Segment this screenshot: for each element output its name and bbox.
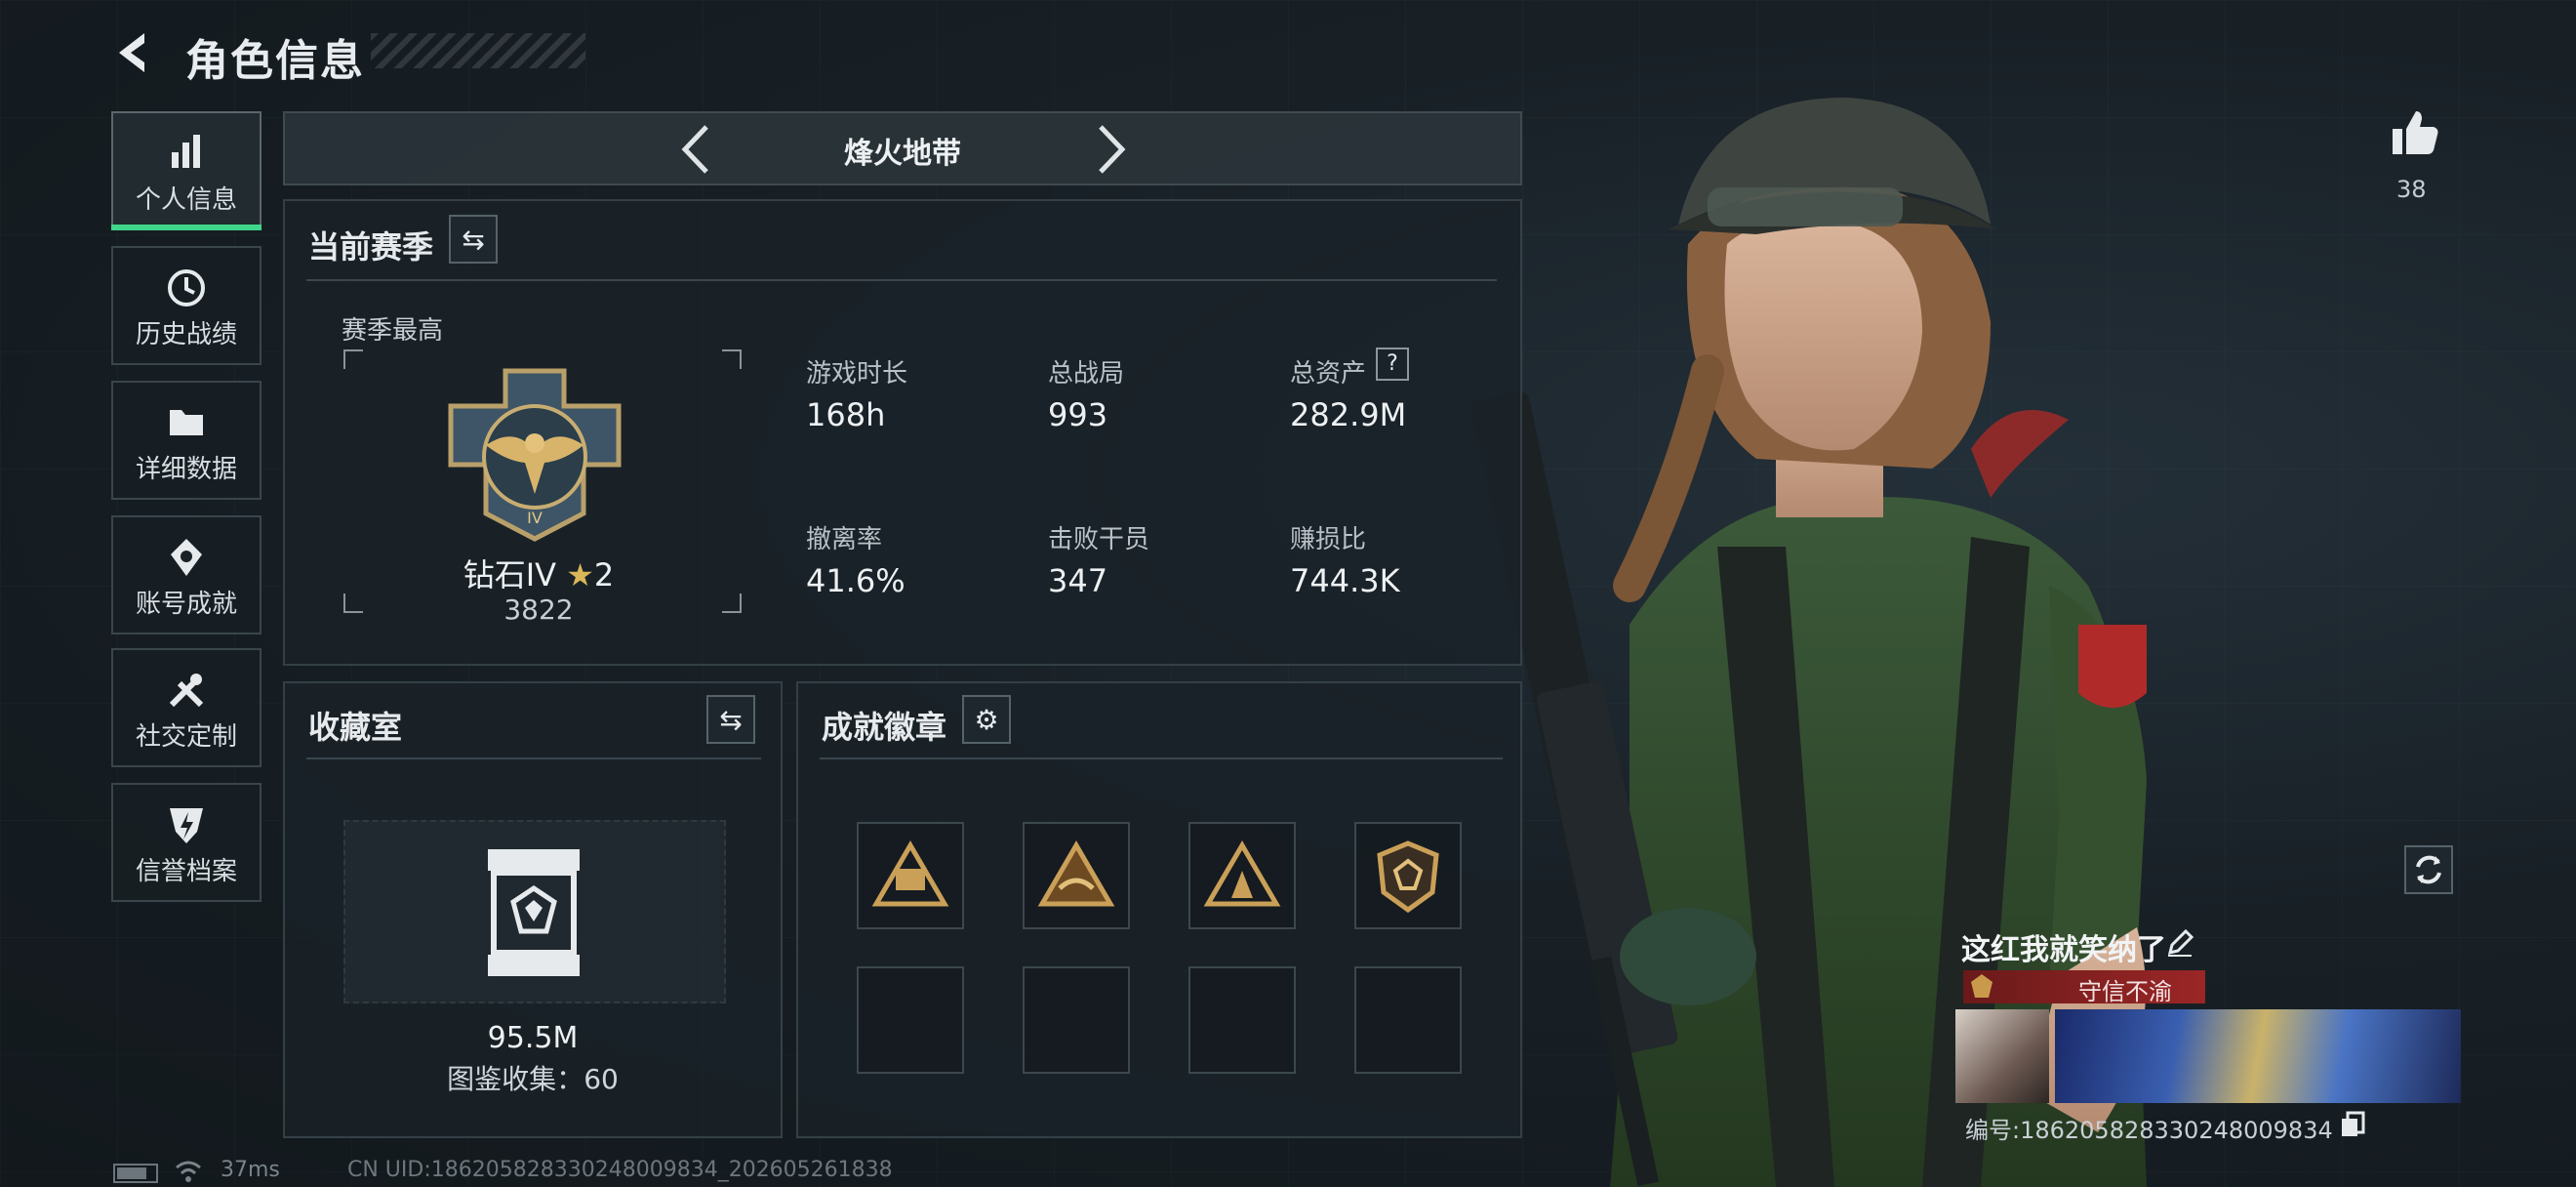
stat-value-playtime: 168h: [806, 396, 886, 433]
collection-title: 收藏室: [308, 709, 403, 746]
svg-text:IV: IV: [527, 509, 543, 527]
achievement-slot-empty[interactable]: [1354, 966, 1462, 1074]
sidebar-item-label: 详细数据: [135, 455, 237, 484]
refresh-icon: [2416, 855, 2441, 884]
stat-label-profit-loss: 赚损比: [1290, 525, 1367, 554]
achievement-slot[interactable]: [1354, 822, 1462, 929]
uid-line: CN UID:18620582833024800983​4_2026052618…: [347, 1158, 893, 1182]
refresh-button[interactable]: [2404, 845, 2453, 894]
sidebar-item-label: 历史战绩: [135, 320, 237, 349]
achievement-slot-empty[interactable]: [1188, 966, 1296, 1074]
achievements-panel: 成就徽章 ⚙: [796, 681, 1522, 1138]
mode-selector: 烽火地带: [283, 111, 1522, 185]
achievement-slot-empty[interactable]: [1023, 966, 1130, 1074]
star-icon: ★: [566, 556, 594, 594]
medal-icon: [171, 539, 202, 576]
sidebar-item-personal-info[interactable]: 个人信息: [111, 111, 262, 230]
collection-value: 95.5M: [487, 1021, 579, 1055]
achievements-title: 成就徽章: [822, 709, 947, 746]
rank-name: 钻石IV: [463, 556, 557, 594]
reputation-tag: 守信不渝: [1963, 970, 2205, 1005]
sidebar-item-detailed-data[interactable]: 详细数据: [111, 381, 262, 500]
bar-chart-icon: [172, 135, 200, 168]
sidebar-item-label: 个人信息: [135, 185, 237, 215]
rank-emblem-icon: IV: [448, 368, 622, 542]
achievement-slot-empty[interactable]: [857, 966, 964, 1074]
player-id: 编号:18620582833024800983​4: [1965, 1117, 2333, 1144]
divider: [306, 757, 761, 759]
stat-label-playtime: 游戏时长: [806, 359, 908, 389]
catalog-label: 图鉴收集：: [447, 1063, 584, 1095]
display-case-icon: [488, 849, 580, 976]
triangle-badge-icon: [871, 840, 949, 907]
catalog-line: 图鉴收集：60: [285, 1058, 781, 1097]
stat-value-total-matches: 993: [1048, 396, 1108, 433]
tools-icon: [169, 674, 204, 708]
season-title: 当前赛季: [308, 228, 434, 266]
achievement-slot[interactable]: [1023, 822, 1130, 929]
stat-value-total-assets: 282.9M: [1290, 396, 1407, 433]
frame-corner: [343, 349, 363, 369]
sidebar-item-achievements[interactable]: 账号成就: [111, 515, 262, 634]
rank-stars: 2: [593, 556, 615, 594]
stat-value-profit-loss: 744.3K: [1290, 562, 1400, 599]
frame-corner: [722, 349, 742, 369]
divider: [820, 757, 1503, 759]
season-peak-label: 赛季最高: [342, 316, 444, 346]
title-decoration: [371, 33, 585, 68]
triangle-badge-icon: [1203, 840, 1281, 907]
rank-line: 钻石IV ★2: [343, 551, 734, 595]
page-title: 角色信息: [185, 36, 365, 86]
latency: 37ms: [221, 1158, 280, 1182]
stat-label-total-assets: 总资产: [1290, 359, 1367, 389]
gear-icon[interactable]: ⚙: [962, 695, 1011, 744]
player-name: 这红我就笑纳了: [1961, 933, 2166, 967]
season-panel: 当前赛季 ⇆ 赛季最高 IV 钻石IV ★2 3822 游戏时长 168h 总战…: [283, 199, 1522, 666]
like-count: 38: [2396, 176, 2427, 203]
battery-icon: [113, 1164, 158, 1183]
sidebar-item-label: 账号成就: [135, 590, 237, 619]
collection-panel: 收藏室 ⇆ 95.5M 图鉴收集：60: [283, 681, 783, 1138]
reputation-tag-label: 守信不渝: [2078, 978, 2172, 1005]
stat-label-operators-defeated: 击败干员: [1048, 525, 1150, 554]
mode-title: 烽火地带: [844, 137, 961, 171]
divider: [306, 279, 1497, 281]
credit-shield-icon: [170, 808, 203, 843]
swap-icon[interactable]: ⇆: [706, 695, 755, 744]
history-icon: [168, 269, 205, 307]
stat-label-total-matches: 总战局: [1048, 359, 1125, 389]
name-card-banner[interactable]: [2055, 1009, 2461, 1103]
wifi-icon: [176, 1161, 201, 1182]
stat-value-operators-defeated: 347: [1048, 562, 1108, 599]
sidebar-item-history[interactable]: 历史战绩: [111, 246, 262, 365]
sidebar-item-label: 社交定制: [135, 722, 237, 752]
help-icon[interactable]: ?: [1376, 348, 1409, 381]
sidebar-item-label: 信誉档案: [135, 857, 237, 886]
achievement-slot[interactable]: [857, 822, 964, 929]
folder-icon: [170, 410, 203, 435]
swap-icon[interactable]: ⇆: [449, 215, 498, 264]
edit-pencil-icon[interactable]: [2164, 927, 2195, 959]
rank-points: 3822: [503, 594, 574, 626]
triangle-badge-icon: [1037, 840, 1115, 907]
back-arrow-icon[interactable]: [109, 27, 160, 78]
reputation-emblem-icon: [1971, 974, 1992, 998]
sidebar-item-credit-file[interactable]: 信誉档案: [111, 783, 262, 902]
achievement-slot[interactable]: [1188, 822, 1296, 929]
copy-icon[interactable]: [2340, 1111, 2365, 1138]
sidebar-item-social-custom[interactable]: 社交定制: [111, 648, 262, 767]
shield-badge-icon: [1377, 840, 1439, 914]
chevron-right-icon[interactable]: [1091, 121, 1130, 178]
stat-label-extract-rate: 撤离率: [806, 525, 883, 554]
catalog-value: 60: [584, 1063, 619, 1095]
avatar[interactable]: [1955, 1009, 2049, 1103]
thumbs-up-icon[interactable]: [2387, 105, 2441, 160]
stat-value-extract-rate: 41.6%: [806, 562, 906, 599]
